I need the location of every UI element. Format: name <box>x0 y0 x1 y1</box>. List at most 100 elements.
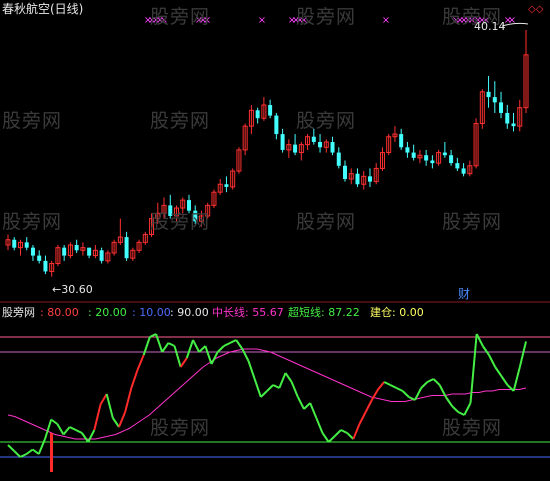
short-line-segment <box>512 366 521 392</box>
candle-body <box>293 144 298 153</box>
short-line-segment <box>494 366 503 377</box>
short-line-segment <box>315 417 324 434</box>
candle-body <box>224 184 229 187</box>
watermark: 股旁网 <box>296 211 357 233</box>
short-line-segment <box>7 444 15 452</box>
short-line-segment <box>87 429 96 443</box>
short-line-segment <box>426 378 434 383</box>
short-line-segment <box>32 448 40 455</box>
signal-marker: × <box>382 15 390 26</box>
short-line-segment <box>284 372 293 383</box>
short-line-segment <box>112 417 120 428</box>
level-10-label: : 10.00 <box>132 306 171 319</box>
watermark: 股旁网 <box>2 110 63 132</box>
short-line-segment <box>303 402 311 410</box>
candle-body <box>30 247 35 256</box>
short-line-segment <box>247 360 256 380</box>
candle-body <box>455 163 460 169</box>
watermark: 股旁网 <box>150 6 211 28</box>
short-line-segment <box>401 390 410 398</box>
short-line-segment <box>432 378 441 386</box>
candle-body <box>99 250 104 261</box>
diamond-icon[interactable]: ◇◇ <box>528 3 543 16</box>
watermark: 股旁网 <box>150 110 211 132</box>
short-line-segment <box>75 429 83 434</box>
candle-body <box>330 142 335 153</box>
short-line-segment <box>161 342 170 353</box>
watermark: 股旁网 <box>296 6 357 28</box>
short-line-segment <box>62 426 71 436</box>
level-20-label: : 20.00 <box>88 306 127 319</box>
build-position-bar <box>50 433 53 472</box>
watermark: 股旁网 <box>442 417 503 439</box>
short-line-segment <box>105 393 114 419</box>
short-line-segment <box>266 384 274 392</box>
candle-body <box>311 136 316 142</box>
candle-body <box>62 247 67 256</box>
candle-body <box>449 155 454 164</box>
short-line-segment <box>37 438 46 455</box>
candle-body <box>43 260 48 272</box>
short-line-segment <box>383 381 391 386</box>
watermark: 股旁网 <box>150 211 211 233</box>
finance-marker[interactable]: 财 <box>458 288 470 301</box>
candle-body <box>343 165 348 179</box>
chart-window[interactable]: × × × × × × × × × × × × × × × × × × × × × × × × 股旁网 股旁网 股旁网 股旁网… <box>0 0 550 481</box>
short-line-segment <box>235 339 244 350</box>
short-line-segment <box>130 369 139 389</box>
short-line-segment <box>358 411 367 425</box>
high-price-label: 40.14 <box>474 20 506 33</box>
short-line-segment <box>124 387 133 413</box>
short-line-label: 超短线: 87.22 <box>288 306 360 319</box>
short-line-segment <box>25 448 34 455</box>
short-line-segment <box>488 354 497 368</box>
candle-body <box>405 147 410 153</box>
indicator-name: 股旁网 <box>2 306 35 319</box>
build-position-label: 建仓: 0.00 <box>370 306 424 319</box>
candle-body <box>124 237 129 259</box>
candle-body <box>274 115 279 135</box>
candle-body <box>499 102 504 113</box>
candle-body <box>424 155 429 161</box>
short-line-segment <box>198 345 207 353</box>
level-90-label: : 90.00 <box>170 306 209 319</box>
candle-body <box>355 173 360 185</box>
short-line-segment <box>408 396 416 401</box>
candle-body <box>511 123 516 127</box>
short-line-segment <box>482 345 490 356</box>
stock-chart-canvas[interactable]: ××××× ××× × ×××× × ×××××××× ×× <box>0 0 550 481</box>
short-line-segment <box>445 396 453 407</box>
short-line-segment <box>223 342 231 347</box>
short-line-segment <box>13 450 22 458</box>
candle-body <box>461 168 466 174</box>
short-line-segment <box>179 357 188 368</box>
short-line-segment <box>309 402 318 419</box>
short-line-segment <box>272 384 280 389</box>
short-line-segment <box>500 375 509 386</box>
short-line-segment <box>377 381 385 391</box>
short-line-segment <box>56 423 65 436</box>
candle-body <box>442 152 447 156</box>
short-line-segment <box>136 354 145 371</box>
short-line-segment <box>290 381 299 398</box>
short-line-segment <box>321 432 330 443</box>
candle-body <box>430 160 435 164</box>
short-line-segment <box>192 339 201 353</box>
short-line-segment <box>296 396 305 410</box>
short-line-segment <box>364 399 373 413</box>
level-80-label: : 80.00 <box>40 306 79 319</box>
short-line-segment <box>396 387 404 392</box>
short-line-segment <box>506 384 515 392</box>
short-line-segment <box>260 390 268 398</box>
short-line-segment <box>340 429 348 434</box>
candle-body <box>411 152 416 158</box>
candle-body <box>486 91 491 98</box>
chart-title: 春秋航空(日线) <box>2 2 84 16</box>
short-line-segment <box>216 345 225 353</box>
candle-body <box>399 134 404 148</box>
short-line-segment <box>253 378 262 398</box>
short-line-segment <box>185 339 194 359</box>
candle-body <box>37 255 42 261</box>
short-line-segment <box>241 348 250 362</box>
short-line-segment <box>204 345 213 365</box>
